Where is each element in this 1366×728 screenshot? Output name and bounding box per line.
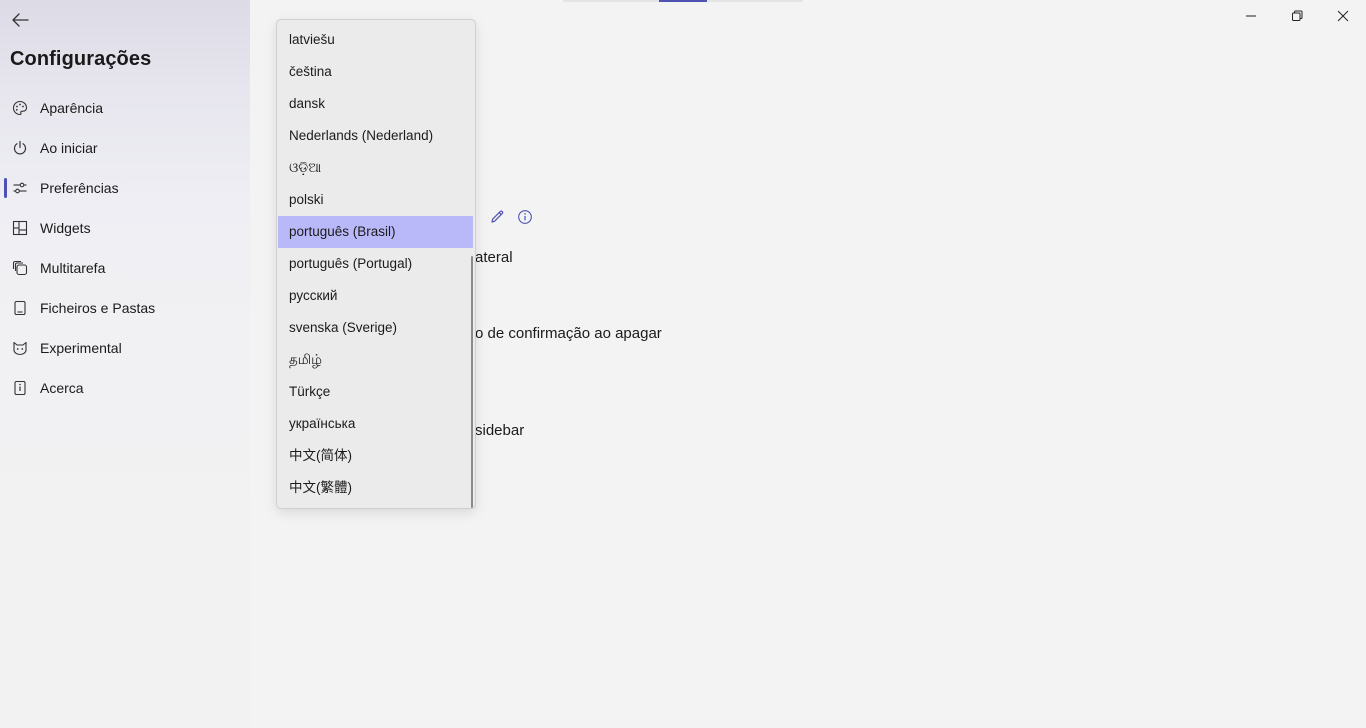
- language-option[interactable]: русский: [278, 280, 473, 312]
- file-icon: [12, 300, 28, 316]
- language-option[interactable]: Türkçe: [278, 376, 473, 408]
- sidebar-item-about[interactable]: Acerca: [0, 368, 250, 408]
- widgets-icon: [12, 220, 28, 236]
- sliders-icon: [12, 180, 28, 196]
- sidebar-nav: Aparência Ao iniciar Preferências Widget…: [0, 88, 250, 408]
- back-button[interactable]: [8, 8, 32, 32]
- sidebar-item-label: Acerca: [40, 380, 84, 396]
- language-option[interactable]: Nederlands (Nederland): [278, 120, 473, 152]
- settings-window: Configurações Aparência Ao iniciar Prefe…: [0, 0, 1366, 728]
- sidebar-item-label: Multitarefa: [40, 260, 106, 276]
- close-button[interactable]: [1320, 0, 1366, 32]
- back-arrow-icon: [12, 13, 29, 27]
- setting-label-sidebar-side: ateral: [475, 249, 513, 266]
- info-circle-icon: [518, 210, 532, 224]
- language-option[interactable]: ଓଡ଼ିଆ: [278, 152, 473, 184]
- sidebar-item-widgets[interactable]: Widgets: [0, 208, 250, 248]
- language-option[interactable]: português (Portugal): [278, 248, 473, 280]
- dropdown-scrollbar[interactable]: [471, 256, 473, 508]
- language-option[interactable]: தமிழ்: [278, 344, 473, 376]
- language-option[interactable]: українська: [278, 408, 473, 440]
- sidebar-item-multitasking[interactable]: Multitarefa: [0, 248, 250, 288]
- restore-button[interactable]: [1274, 0, 1320, 32]
- language-dropdown-list[interactable]: latviešu čeština dansk Nederlands (Nederlan…: [276, 19, 476, 509]
- language-option[interactable]: dansk: [278, 88, 473, 120]
- multitask-icon: [12, 260, 28, 276]
- sidebar-item-label: Ao iniciar: [40, 140, 98, 156]
- minimize-button[interactable]: [1228, 0, 1274, 32]
- sidebar-item-label: Aparência: [40, 100, 104, 116]
- sidebar: Configurações Aparência Ao iniciar Prefe…: [0, 0, 250, 728]
- experimental-icon: [12, 340, 28, 356]
- palette-icon: [12, 100, 28, 116]
- setting-label-sidebar: sidebar: [475, 422, 525, 439]
- top-tab-indicator: [563, 0, 803, 2]
- sidebar-item-preferences[interactable]: Preferências: [0, 168, 250, 208]
- language-option[interactable]: latviešu: [278, 24, 473, 56]
- sidebar-item-label: Preferências: [40, 180, 119, 196]
- sidebar-item-experimental[interactable]: Experimental: [0, 328, 250, 368]
- sidebar-item-label: Widgets: [40, 220, 91, 236]
- setting-label-delete-confirmation: o de confirmação ao apagar: [475, 325, 662, 342]
- edit-button[interactable]: [488, 208, 506, 226]
- sidebar-item-label: Ficheiros e Pastas: [40, 300, 156, 316]
- sidebar-item-appearance[interactable]: Aparência: [0, 88, 250, 128]
- language-options: latviešu čeština dansk Nederlands (Nederlan…: [277, 20, 475, 504]
- page-title: Configurações: [10, 48, 152, 70]
- language-option[interactable]: svenska (Sverige): [278, 312, 473, 344]
- pencil-icon: [491, 210, 504, 223]
- info-box-icon: [12, 380, 28, 396]
- language-option[interactable]: 中文(繁體): [278, 472, 473, 504]
- close-icon: [1337, 10, 1349, 22]
- active-tab-indicator: [659, 0, 707, 2]
- sidebar-item-startup[interactable]: Ao iniciar: [0, 128, 250, 168]
- minimize-icon: [1246, 15, 1256, 17]
- language-option[interactable]: polski: [278, 184, 473, 216]
- info-button[interactable]: [516, 208, 534, 226]
- power-icon: [12, 140, 28, 156]
- language-option-selected[interactable]: português (Brasil): [278, 216, 473, 248]
- caption-buttons: [1228, 0, 1366, 32]
- restore-icon: [1292, 10, 1303, 21]
- sidebar-item-files-folders[interactable]: Ficheiros e Pastas: [0, 288, 250, 328]
- language-option[interactable]: 中文(简体): [278, 440, 473, 472]
- sidebar-item-label: Experimental: [40, 340, 122, 356]
- language-option[interactable]: čeština: [278, 56, 473, 88]
